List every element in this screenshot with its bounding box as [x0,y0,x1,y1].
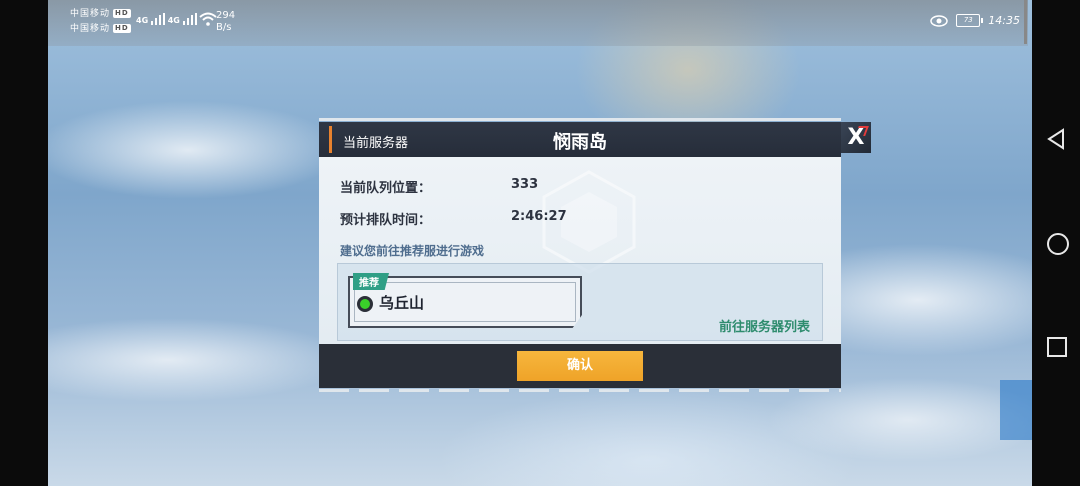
sim1-carrier: 中国移动 [70,9,111,19]
close-icon-accent [855,126,869,136]
wifi-icon [199,12,218,26]
wait-time-value: 2:46:27 [511,209,567,224]
network-type: 4G [136,16,149,25]
recents-icon [1047,337,1067,357]
sim1-status: 中国移动 HD [70,8,131,20]
left-screen-bezel [0,0,48,486]
dialog-body: 当前队列位置： 333 预计排队时间： 2:46:27 建议您前往推荐服进行游戏… [319,157,841,344]
close-button[interactable]: X [841,122,871,153]
network-type: 4G [167,16,180,25]
queue-position-value: 333 [511,177,539,192]
home-icon [1047,233,1069,255]
dialog-footer: 确认 [319,344,841,388]
network-indicators: 4G 4G [136,12,218,26]
eye-icon [930,14,949,27]
hd-badge: HD [113,24,131,33]
back-button[interactable] [1046,128,1066,154]
server-status-icon [357,296,373,312]
network-speed: 294 B/s [216,10,235,34]
recommended-server-name: 乌丘山 [379,294,425,312]
back-icon [1047,128,1064,150]
dialog-frame-top [319,118,841,121]
signal-icon [150,13,165,25]
recommended-badge: 推荐 [353,273,389,290]
battery-icon: 73 [956,14,984,27]
goto-server-list-link[interactable]: 前往服务器列表 [719,316,810,335]
queue-dialog: 当前服务器 悯雨岛 X 当前队列位置： 333 预计排队时间： 2:46:27 … [319,118,871,392]
confirm-button[interactable]: 确认 [517,351,643,381]
side-widget[interactable] [1000,380,1032,440]
recents-button[interactable] [1046,336,1068,362]
battery-level: 73 [963,16,973,24]
dialog-frame-bottom [319,389,841,392]
clock: 14:35 [988,14,1020,27]
status-bar: 中国移动 HD 中国移动 HD 4G 4G 294 B/s 73 14:35 [48,0,1028,46]
home-button[interactable] [1046,232,1070,260]
scrollbar[interactable] [1024,0,1027,44]
status-right: 73 14:35 [930,14,1020,27]
speed-value: 294 [216,10,236,21]
suggestion-text: 建议您前往推荐服进行游戏 [340,244,485,258]
sim2-status: 中国移动 HD [70,23,131,35]
signal-icon [182,13,197,25]
dialog-header: 当前服务器 悯雨岛 [319,122,841,157]
queue-position-label: 当前队列位置： [340,181,432,196]
speed-unit: B/s [216,22,232,33]
hd-badge: HD [113,9,131,18]
recommended-server-panel: 推荐 乌丘山 前往服务器列表 [337,263,823,341]
sim2-carrier: 中国移动 [70,24,111,34]
wait-time-label: 预计排队时间： [340,213,432,228]
server-name: 悯雨岛 [553,132,607,153]
